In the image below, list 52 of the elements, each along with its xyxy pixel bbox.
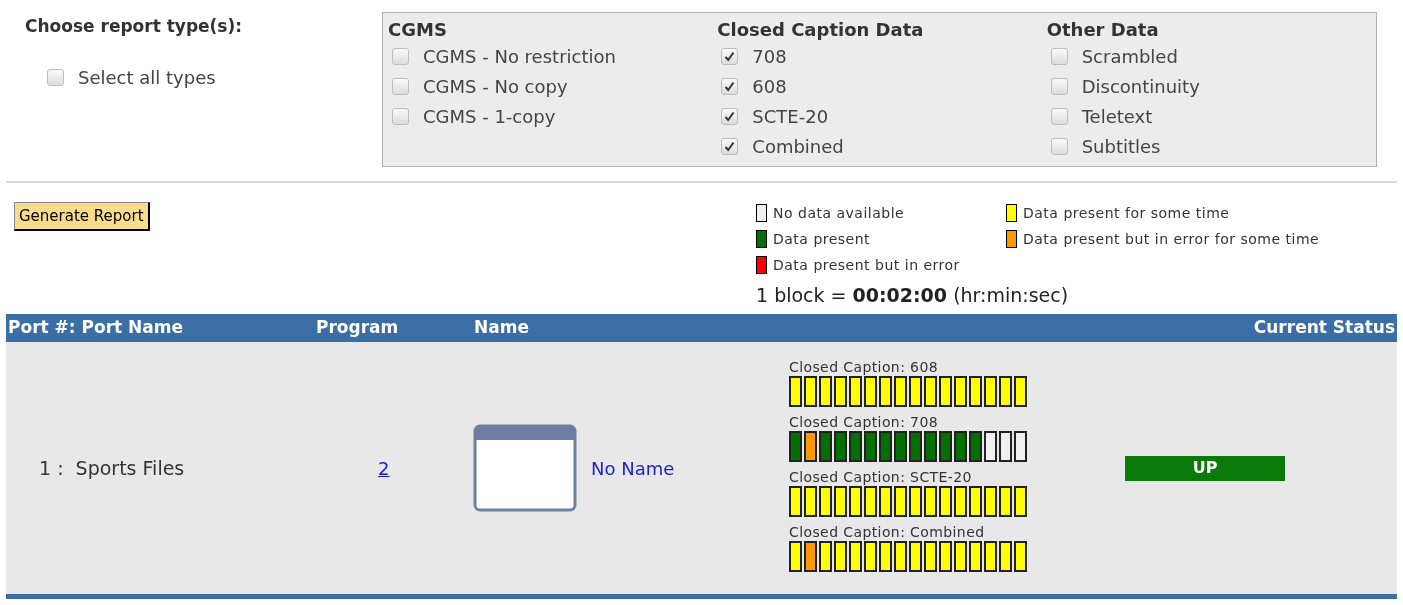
column-header: Program — [316, 316, 400, 340]
checkbox-label: Discontinuity — [1081, 74, 1200, 99]
checkmark-icon — [724, 50, 736, 62]
checkbox-label: CGMS - 1-copy — [423, 104, 556, 129]
checkbox[interactable] — [47, 68, 64, 86]
program-name: No Name — [591, 456, 676, 481]
checkmark-icon — [724, 80, 736, 92]
checkbox-label: Combined — [752, 134, 844, 159]
checkbox[interactable] — [721, 47, 739, 65]
legend-label: Data present for some time — [1023, 203, 1230, 223]
column-header: Name — [474, 316, 530, 340]
legend-label: Data present — [773, 229, 871, 249]
legend-label: No data available — [773, 203, 905, 223]
program-link[interactable]: 2 — [378, 454, 473, 482]
timeline-label: Closed Caption: SCTE-20 — [789, 468, 973, 486]
checkbox[interactable] — [1050, 137, 1068, 155]
block-duration: 1 block = 00:02:00 (hr:min:sec) — [756, 283, 1070, 308]
checkbox-label: Scrambled — [1081, 44, 1178, 69]
checkbox[interactable] — [392, 47, 409, 65]
checkbox-label: CGMS - No copy — [423, 74, 568, 99]
legend-label: Data present but in error — [773, 255, 960, 275]
generate-report-button[interactable]: Generate Report — [14, 202, 150, 231]
group-title: CGMS — [388, 19, 448, 41]
timeline-label: Closed Caption: 608 — [789, 358, 940, 376]
window-icon — [473, 424, 577, 512]
checkbox-label: 608 — [752, 74, 787, 99]
checkbox[interactable] — [1050, 47, 1068, 65]
checkbox-label: Select all types — [78, 65, 216, 90]
section-title: Choose report type(s): — [25, 15, 244, 38]
checkbox-label: Subtitles — [1081, 134, 1161, 159]
legend-label: Data present but in error for some time — [1023, 229, 1320, 249]
checkbox[interactable] — [721, 77, 739, 95]
checkbox-label: CGMS - No restriction — [423, 44, 616, 69]
column-header: Current Status — [1253, 316, 1396, 340]
checkmark-icon — [724, 110, 736, 122]
column-header: Port #: Port Name — [7, 316, 185, 340]
checkbox[interactable] — [392, 107, 409, 125]
checkbox[interactable] — [1050, 77, 1068, 95]
timeline-label: Closed Caption: 708 — [789, 413, 940, 431]
status-badge: UP — [1125, 455, 1285, 481]
checkbox[interactable] — [1050, 107, 1068, 125]
group-title: Other Data — [1046, 19, 1160, 41]
checkbox-label: Teletext — [1081, 104, 1153, 129]
port-name: 1 : Sports Files — [38, 455, 186, 481]
checkbox-label: SCTE-20 — [752, 104, 829, 129]
checkbox-label: 708 — [752, 44, 787, 69]
checkbox[interactable] — [392, 77, 409, 95]
checkmark-icon — [724, 140, 736, 152]
checkbox[interactable] — [721, 107, 739, 125]
checkbox[interactable] — [721, 137, 739, 155]
group-title: Closed Caption Data — [717, 19, 925, 41]
timeline-label: Closed Caption: Combined — [789, 523, 986, 541]
